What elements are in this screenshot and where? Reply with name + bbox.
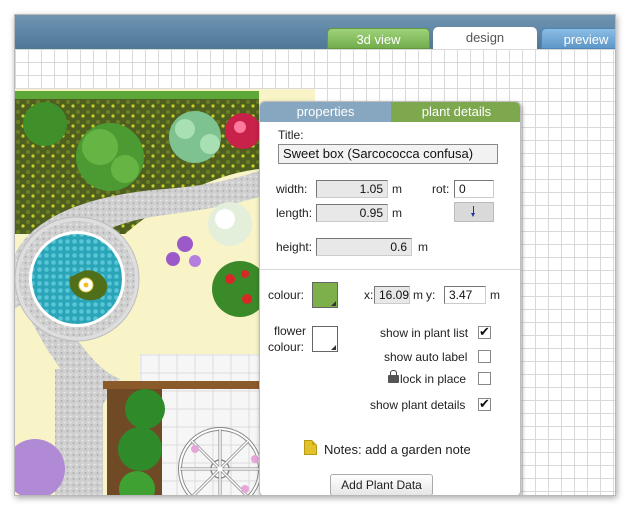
title-field[interactable]: Sweet box (Sarcococca confusa) [278, 144, 498, 164]
note-icon [304, 440, 317, 455]
width-label: width: [276, 182, 308, 196]
rotation-dial-icon[interactable] [454, 202, 494, 222]
color-dropdown-icon [331, 345, 336, 350]
divider [260, 269, 520, 270]
x-unit: m [413, 288, 423, 302]
show-plant-details-checkbox[interactable]: ✔ [478, 397, 491, 411]
x-field[interactable]: 16.09 [374, 286, 410, 304]
height-field[interactable]: 0.6 [316, 238, 412, 256]
lock-in-place-checkbox[interactable] [478, 372, 491, 385]
add-plant-data-button[interactable]: Add Plant Data [330, 474, 433, 495]
length-field[interactable]: 0.95 [316, 204, 388, 222]
title-label: Title: [278, 128, 304, 142]
x-label: x: [364, 288, 374, 302]
y-label: y: [426, 288, 436, 302]
show-in-plant-list-checkbox[interactable]: ✔ [478, 325, 491, 339]
colour-label: colour: [268, 288, 305, 302]
show-plant-details-label: show plant details [370, 398, 466, 412]
color-dropdown-icon [331, 301, 336, 306]
tab-plant-details[interactable]: plant details [391, 102, 520, 122]
height-unit: m [418, 240, 428, 254]
tab-design[interactable]: design [433, 27, 537, 50]
tab-preview[interactable]: preview [541, 28, 615, 49]
tab-3d-view[interactable]: 3d view [327, 28, 430, 49]
y-unit: m [490, 288, 500, 302]
show-auto-label-label: show auto label [384, 350, 468, 364]
height-label: height: [276, 240, 313, 254]
lock-in-place-label: lock in place [400, 372, 467, 386]
colour-picker[interactable] [312, 282, 338, 308]
lock-icon [388, 370, 399, 383]
width-field[interactable]: 1.05 [316, 180, 388, 198]
tab-properties[interactable]: properties [260, 102, 391, 122]
notes-link[interactable]: Notes: add a garden note [324, 442, 471, 457]
show-in-plant-list-label: show in plant list [380, 326, 469, 340]
rot-label: rot: [432, 182, 450, 196]
flower-colour-label-2: colour: [268, 340, 305, 354]
app-window: 3d view design preview properties plant … [14, 14, 616, 496]
flower-colour-picker[interactable] [312, 326, 338, 352]
width-unit: m [392, 182, 402, 196]
length-unit: m [392, 206, 402, 220]
rot-field[interactable]: 0 [454, 180, 494, 198]
y-field[interactable]: 3.47 [444, 286, 486, 304]
length-label: length: [276, 206, 313, 220]
design-canvas[interactable]: properties plant details Title: Sweet bo… [15, 49, 615, 495]
plant-details-dialog: properties plant details Title: Sweet bo… [259, 101, 521, 495]
flower-colour-label: flower [274, 324, 307, 338]
show-auto-label-checkbox[interactable] [478, 350, 491, 363]
